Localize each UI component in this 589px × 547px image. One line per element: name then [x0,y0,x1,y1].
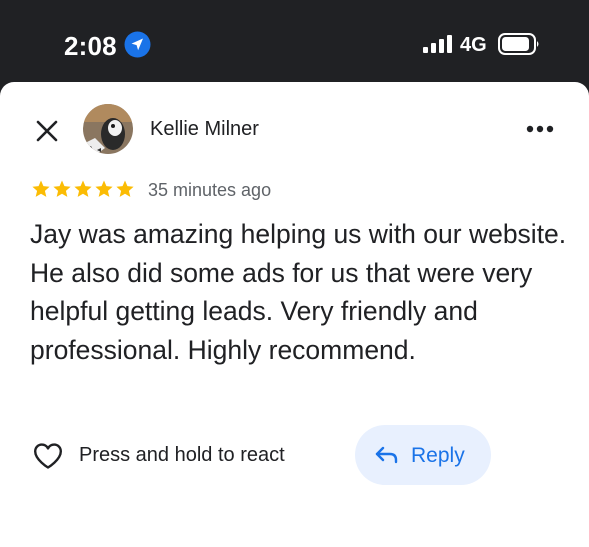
reply-button[interactable]: Reply [355,425,491,485]
heart-icon[interactable] [33,442,63,470]
star-icon [32,180,50,197]
review-text: Jay was amazing helping us with our webs… [30,219,567,365]
status-bar: 2:08 4G [0,0,589,82]
status-time: 2:08 [64,31,117,61]
reply-arrow-icon [375,446,398,464]
more-options-icon[interactable] [526,122,554,136]
review-timestamp: 35 minutes ago [148,180,272,200]
star-rating [31,179,135,199]
reviewer-name[interactable]: Kellie Milner [150,118,259,141]
avatar [83,104,133,154]
star-icon [74,180,92,197]
star-icon [116,180,134,197]
star-icon [53,180,71,197]
reply-label: Reply [411,444,465,467]
star-icon [95,180,113,197]
network-type: 4G [460,34,487,56]
location-arrow-icon [124,31,151,58]
signal-bars-icon [423,35,452,53]
battery-icon [498,33,539,55]
close-icon[interactable] [36,120,58,142]
react-hint[interactable]: Press and hold to react [79,444,285,467]
review-sheet: Kellie Milner 35 minutes ago Jay was ama… [0,82,589,547]
